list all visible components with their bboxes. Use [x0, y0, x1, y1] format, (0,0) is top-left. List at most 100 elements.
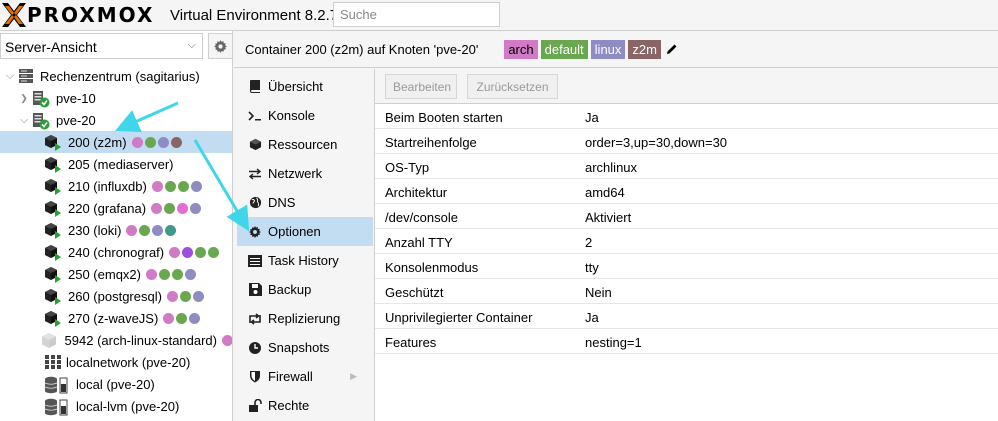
tag-dot: [179, 290, 191, 302]
shield-icon: [247, 369, 263, 385]
option-row[interactable]: Beim Booten starten Ja: [375, 104, 998, 129]
nav-item[interactable]: Snapshots: [237, 333, 373, 362]
option-key: Anzahl TTY: [385, 235, 453, 250]
tree-node[interactable]: 240 (chronograf): [0, 241, 232, 263]
view-select-value: Server-Ansicht: [5, 39, 97, 55]
tag-dot: [182, 246, 194, 258]
proxmox-logo[interactable]: PROXMOX: [2, 3, 166, 27]
tag-dot: [176, 312, 188, 324]
tag-dot: [184, 268, 196, 280]
nav-item-label: Ressourcen: [268, 137, 338, 152]
tree-node[interactable]: ⌵ pve-20: [0, 109, 232, 131]
nav-item[interactable]: Optionen: [237, 217, 373, 246]
tree-node-label: 230 (loki): [68, 222, 122, 238]
tag-dot: [145, 268, 157, 280]
nav-item[interactable]: Firewall ▶: [237, 362, 373, 391]
tree-node[interactable]: localnetwork (pve-20): [0, 351, 232, 373]
tree-node[interactable]: local-lvm (pve-20): [0, 395, 232, 417]
nav-item-label: Task History: [268, 253, 339, 268]
option-value: Aktiviert: [585, 210, 632, 225]
nav-item[interactable]: Ressourcen: [237, 130, 373, 159]
nav-item[interactable]: Replizierung: [237, 304, 373, 333]
list-icon: [247, 253, 263, 269]
container-running-icon: [44, 244, 62, 261]
tree-node[interactable]: 200 (z2m): [0, 131, 232, 153]
tree-settings-button[interactable]: [208, 33, 232, 59]
tag-dot: [171, 268, 183, 280]
option-row[interactable]: Konsolenmodus tty: [375, 254, 998, 279]
collapse-icon[interactable]: ⌵: [4, 70, 16, 83]
tag-dot: [195, 246, 207, 258]
container-template-icon: [41, 332, 59, 348]
edit-button[interactable]: Bearbeiten: [385, 74, 457, 99]
option-key: OS-Typ: [385, 160, 430, 175]
tree-node-label: Rechenzentrum (sagitarius): [40, 68, 200, 84]
nav-item-label: Rechte: [268, 398, 310, 413]
container-running-icon: [44, 310, 62, 327]
history-icon: [247, 340, 263, 356]
version-label: Virtual Environment 8.2.7: [170, 7, 339, 24]
header-tag[interactable]: linux: [590, 39, 626, 59]
expand-icon[interactable]: ❯: [18, 93, 30, 104]
container-running-icon: [44, 134, 62, 151]
nav-item-label: Backup: [268, 282, 312, 297]
option-key: Konsolenmodus: [385, 260, 479, 275]
option-row[interactable]: /dev/console Aktiviert: [375, 204, 998, 229]
view-select[interactable]: Server-Ansicht ⌵: [0, 33, 203, 59]
option-key: Geschützt: [385, 285, 444, 300]
container-running-icon: [44, 178, 62, 195]
nav-item[interactable]: Task History: [237, 246, 373, 275]
book-icon: [247, 79, 263, 95]
reset-button[interactable]: Zurücksetzen: [467, 74, 558, 99]
tree-node[interactable]: ❯ pve-10: [0, 87, 232, 109]
tree-node[interactable]: 220 (grafana): [0, 197, 232, 219]
option-row[interactable]: Startreihenfolge order=3,up=30,down=30: [375, 129, 998, 154]
header-tag[interactable]: z2m: [628, 39, 661, 59]
option-row[interactable]: Anzahl TTY 2: [375, 229, 998, 254]
header-tag[interactable]: default: [540, 39, 588, 59]
tree-node-tags: [145, 268, 196, 280]
option-key: Unprivilegierter Container: [385, 310, 533, 325]
option-row[interactable]: Features nesting=1: [375, 329, 998, 354]
nav-item[interactable]: Backup: [237, 275, 373, 304]
tag-dot: [170, 136, 182, 148]
tree-node-tags: [166, 290, 204, 302]
unlock-icon: [247, 398, 263, 414]
nav-item[interactable]: Rechte: [237, 391, 373, 420]
tag-dot: [163, 312, 175, 324]
option-row[interactable]: Geschützt Nein: [375, 279, 998, 304]
tag-dot: [126, 224, 138, 236]
tree-node[interactable]: 250 (emqx2): [0, 263, 232, 285]
option-key: Startreihenfolge: [385, 135, 477, 150]
option-row[interactable]: Architektur amd64: [375, 179, 998, 204]
tree-node-label: 205 (mediaserver): [68, 156, 174, 172]
nav-item-label: Übersicht: [268, 79, 323, 94]
tree-node[interactable]: 205 (mediaserver): [0, 153, 232, 175]
tree-node-tags: [151, 202, 202, 214]
option-row[interactable]: Unprivilegierter Container Ja: [375, 304, 998, 329]
header-tag[interactable]: arch: [504, 39, 538, 59]
tree-node[interactable]: 260 (postgresql): [0, 285, 232, 307]
tree-node[interactable]: ⌵ Rechenzentrum (sagitarius): [0, 65, 232, 87]
pencil-icon[interactable]: [666, 43, 678, 55]
tree-node[interactable]: 210 (influxdb): [0, 175, 232, 197]
collapse-icon[interactable]: ⌵: [18, 114, 30, 127]
tree-node-label: 200 (z2m): [68, 134, 127, 150]
search-input[interactable]: [333, 2, 500, 27]
tree-node-tags: [151, 180, 202, 192]
nav-item[interactable]: DNS: [237, 188, 373, 217]
floppy-icon: [247, 282, 263, 298]
tag-dot: [158, 268, 170, 280]
tree-node[interactable]: 270 (z-waveJS): [0, 307, 232, 329]
tag-dot: [192, 290, 204, 302]
option-row[interactable]: OS-Typ archlinux: [375, 154, 998, 179]
nav-item[interactable]: Übersicht: [237, 72, 373, 101]
nav-item[interactable]: Konsole: [237, 101, 373, 130]
tree-node[interactable]: local (pve-20): [0, 373, 232, 395]
option-value: archlinux: [585, 160, 638, 175]
tree-node-tags: [222, 334, 232, 346]
container-running-icon: [44, 156, 62, 173]
tree-node[interactable]: 5942 (arch-linux-standard): [0, 329, 232, 351]
tree-node[interactable]: 230 (loki): [0, 219, 232, 241]
nav-item[interactable]: Netzwerk: [237, 159, 373, 188]
